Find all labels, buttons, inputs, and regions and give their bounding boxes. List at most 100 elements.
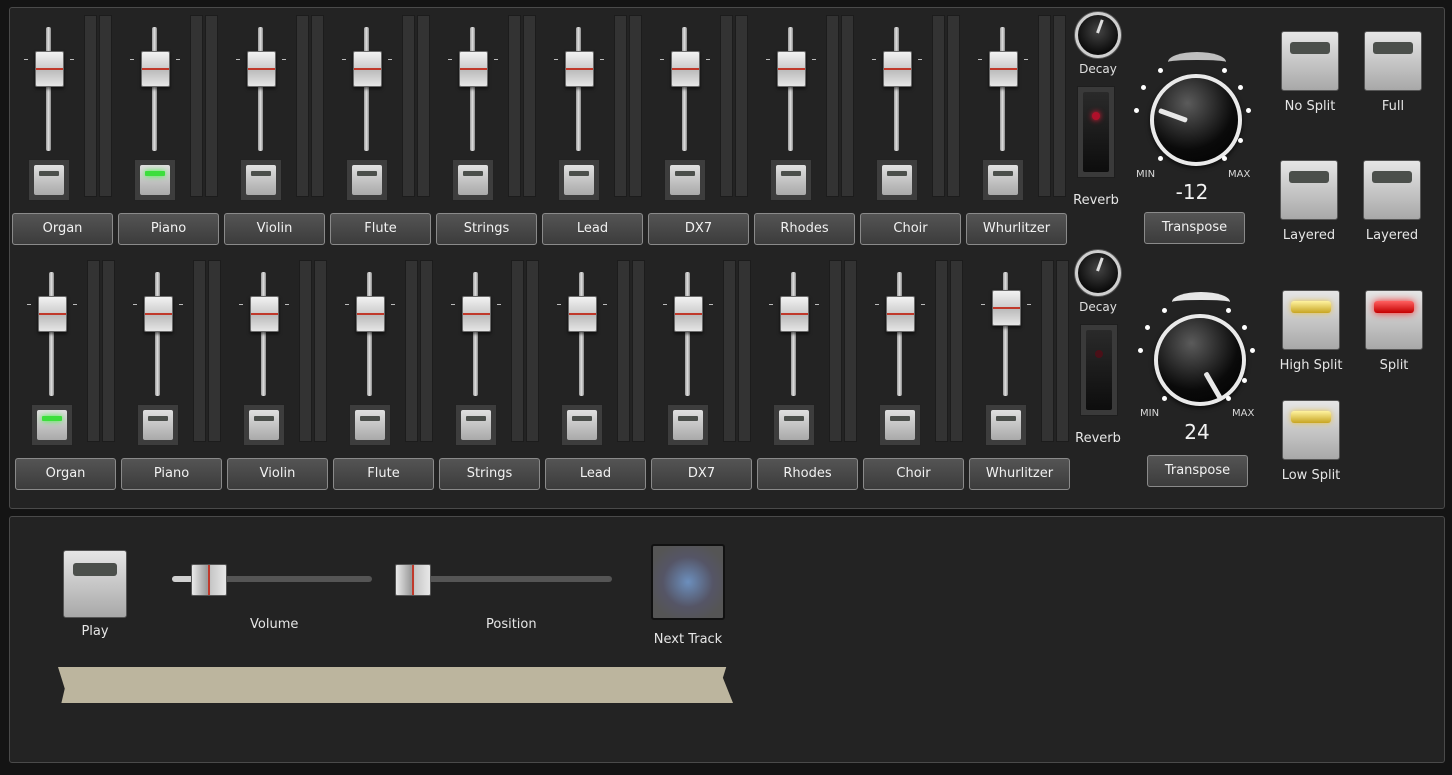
transpose-button-top[interactable]: Transpose: [1144, 212, 1245, 244]
channel-select-button[interactable]: [134, 159, 176, 201]
channel-name-button[interactable]: Organ: [15, 458, 116, 490]
channel-name-button[interactable]: Piano: [121, 458, 222, 490]
channel-fader[interactable]: [861, 254, 941, 404]
split-key[interactable]: [1364, 31, 1422, 91]
channel-select-button[interactable]: [876, 159, 918, 201]
fader-cap[interactable]: [886, 296, 915, 332]
fader-cap[interactable]: [989, 51, 1018, 87]
channel-name-button[interactable]: Whurlitzer: [969, 458, 1070, 490]
channel-fader[interactable]: [543, 254, 623, 404]
fader-cap[interactable]: [992, 290, 1021, 326]
split-mode-button[interactable]: Layered: [1264, 160, 1354, 243]
channel-fader[interactable]: [116, 9, 196, 159]
channel-select-button[interactable]: [985, 404, 1027, 446]
channel-fader[interactable]: [964, 9, 1044, 159]
channel-fader[interactable]: [540, 9, 620, 159]
split-key[interactable]: [1280, 160, 1338, 220]
reverb-switch-bottom[interactable]: [1080, 324, 1118, 416]
channel-fader[interactable]: [225, 254, 305, 404]
split-key[interactable]: [1282, 290, 1340, 350]
channel-select-button[interactable]: [137, 404, 179, 446]
fader-cap[interactable]: [38, 296, 67, 332]
channel-name-button[interactable]: Lead: [542, 213, 643, 245]
channel-fader[interactable]: [13, 254, 93, 404]
split-mode-button[interactable]: High Split: [1266, 290, 1356, 373]
transpose-dial-top[interactable]: [1150, 74, 1242, 166]
fader-cap[interactable]: [883, 51, 912, 87]
decay-knob-top[interactable]: Decay: [1068, 12, 1128, 76]
split-key[interactable]: [1363, 160, 1421, 220]
channel-select-button[interactable]: [31, 404, 73, 446]
fader-cap[interactable]: [565, 51, 594, 87]
channel-select-button[interactable]: [561, 404, 603, 446]
channel-fader[interactable]: [328, 9, 408, 159]
channel-name-button[interactable]: Flute: [330, 213, 431, 245]
fader-cap[interactable]: [780, 296, 809, 332]
split-mode-button[interactable]: Full: [1348, 31, 1438, 114]
fader-cap[interactable]: [247, 51, 276, 87]
channel-name-button[interactable]: Choir: [860, 213, 961, 245]
next-track-pad[interactable]: [651, 544, 725, 620]
split-mode-button[interactable]: No Split: [1265, 31, 1355, 114]
reverb-switch-top[interactable]: [1077, 86, 1115, 178]
channel-name-button[interactable]: Piano: [118, 213, 219, 245]
channel-select-button[interactable]: [667, 404, 709, 446]
transpose-knob-top[interactable]: MIN MAX: [1130, 52, 1260, 192]
channel-name-button[interactable]: Lead: [545, 458, 646, 490]
channel-name-button[interactable]: Rhodes: [754, 213, 855, 245]
channel-name-button[interactable]: Flute: [333, 458, 434, 490]
volume-slider-thumb[interactable]: [191, 564, 227, 596]
channel-select-button[interactable]: [346, 159, 388, 201]
channel-select-button[interactable]: [879, 404, 921, 446]
channel-name-button[interactable]: Choir: [863, 458, 964, 490]
play-button[interactable]: Play: [62, 550, 128, 639]
channel-fader[interactable]: [437, 254, 517, 404]
split-key[interactable]: [1365, 290, 1423, 350]
transpose-dial-bottom[interactable]: [1154, 314, 1246, 406]
position-slider-thumb[interactable]: [395, 564, 431, 596]
split-mode-button[interactable]: Split: [1349, 290, 1439, 373]
channel-fader[interactable]: [331, 254, 411, 404]
fader-cap[interactable]: [35, 51, 64, 87]
next-track-button[interactable]: Next Track: [650, 544, 726, 647]
volume-slider[interactable]: [150, 564, 380, 596]
fader-cap[interactable]: [671, 51, 700, 87]
split-mode-button[interactable]: Layered: [1347, 160, 1437, 243]
channel-fader[interactable]: [967, 254, 1047, 404]
decay-knob-dial-top[interactable]: [1075, 12, 1121, 58]
fader-cap[interactable]: [568, 296, 597, 332]
fader-cap[interactable]: [462, 296, 491, 332]
channel-fader[interactable]: [649, 254, 729, 404]
channel-select-button[interactable]: [349, 404, 391, 446]
channel-fader[interactable]: [119, 254, 199, 404]
channel-name-button[interactable]: Whurlitzer: [966, 213, 1067, 245]
fader-cap[interactable]: [674, 296, 703, 332]
channel-name-button[interactable]: Strings: [436, 213, 537, 245]
channel-fader[interactable]: [755, 254, 835, 404]
channel-name-button[interactable]: Rhodes: [757, 458, 858, 490]
transpose-knob-bottom[interactable]: MIN MAX: [1134, 292, 1264, 432]
channel-name-button[interactable]: DX7: [648, 213, 749, 245]
channel-fader[interactable]: [752, 9, 832, 159]
channel-name-button[interactable]: Strings: [439, 458, 540, 490]
split-key[interactable]: [1281, 31, 1339, 91]
position-slider[interactable]: [392, 564, 632, 596]
decay-knob-bottom[interactable]: Decay: [1068, 250, 1128, 314]
fader-cap[interactable]: [353, 51, 382, 87]
fader-cap[interactable]: [250, 296, 279, 332]
channel-select-button[interactable]: [452, 159, 494, 201]
decay-knob-dial-bottom[interactable]: [1075, 250, 1121, 296]
channel-select-button[interactable]: [770, 159, 812, 201]
channel-select-button[interactable]: [455, 404, 497, 446]
channel-name-button[interactable]: Violin: [227, 458, 328, 490]
fader-cap[interactable]: [459, 51, 488, 87]
channel-select-button[interactable]: [664, 159, 706, 201]
channel-select-button[interactable]: [558, 159, 600, 201]
channel-name-button[interactable]: DX7: [651, 458, 752, 490]
split-mode-button[interactable]: Low Split: [1266, 400, 1356, 483]
channel-select-button[interactable]: [28, 159, 70, 201]
channel-fader[interactable]: [434, 9, 514, 159]
fader-cap[interactable]: [141, 51, 170, 87]
channel-fader[interactable]: [222, 9, 302, 159]
channel-fader[interactable]: [646, 9, 726, 159]
